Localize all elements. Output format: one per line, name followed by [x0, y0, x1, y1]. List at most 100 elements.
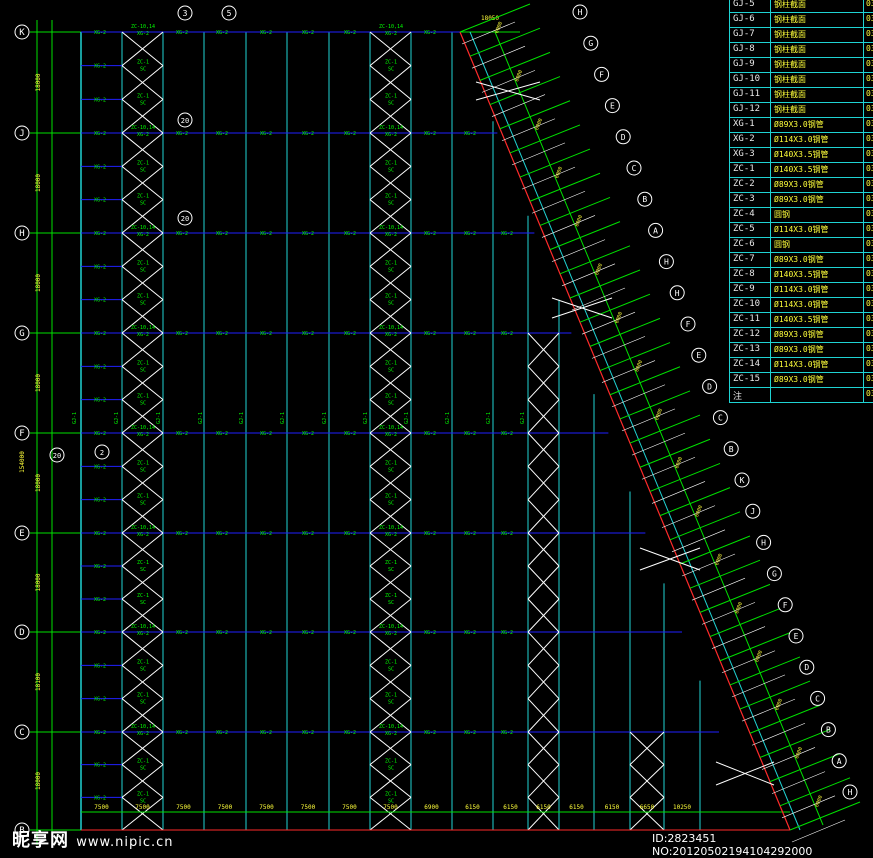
member-label: XG-2 — [216, 431, 228, 437]
legend-desc: 钢柱截面 — [774, 30, 806, 39]
legend-code: GJ-5 — [733, 0, 755, 9]
member-label: XG-2 — [94, 531, 106, 537]
member-label: XG-2 — [260, 131, 272, 137]
diag-dim-label: 6000 — [614, 311, 624, 324]
member-label: SC — [388, 301, 394, 307]
column-label: GJ-1 — [198, 412, 204, 424]
member-label: XG-2 — [344, 630, 356, 636]
rafter-line — [669, 511, 741, 541]
rafter-line — [609, 366, 681, 396]
axis-label: E — [19, 529, 24, 539]
rafter-line — [509, 124, 581, 154]
legend-divider — [770, 163, 771, 178]
member-label: XG-2 — [260, 531, 272, 537]
member-label: ZC-10,14 — [131, 624, 155, 630]
legend-divider — [770, 343, 771, 358]
member-label: XG-2 — [137, 731, 149, 737]
diag-dim-label: 6000 — [654, 408, 664, 421]
legend-divider — [770, 133, 771, 148]
column-label: GJ-1 — [322, 412, 328, 424]
member-label: ZC-1 — [385, 93, 397, 99]
legend-code: ZC-14 — [733, 359, 761, 369]
legend-ref: 03 — [866, 14, 873, 23]
bottom-dim-label: 6650 — [640, 804, 655, 811]
legend-divider — [863, 358, 864, 373]
legend-divider — [863, 268, 864, 283]
member-label: XG-2 — [176, 331, 188, 337]
column-label: GJ-1 — [486, 412, 492, 424]
member-label: SC — [388, 201, 394, 207]
left-dim-label: 18000 — [35, 174, 42, 192]
member-label: XG-2 — [216, 630, 228, 636]
column-label: GJ-1 — [404, 412, 410, 424]
bottom-dim-label: 7500 — [259, 804, 274, 811]
member-label: XG-2 — [176, 231, 188, 237]
member-label: XG-2 — [94, 164, 106, 170]
member-label: XG-2 — [344, 231, 356, 237]
member-label: SC — [388, 700, 394, 706]
legend-row: 注 03 — [730, 387, 873, 403]
column-label: GJ-1 — [445, 412, 451, 424]
legend-divider — [770, 43, 771, 58]
member-label: XG-2 — [424, 630, 436, 636]
diag-dim-label: 6000 — [754, 650, 764, 663]
member-label: ZC-1 — [137, 759, 149, 765]
legend-code: ZC-9 — [733, 284, 755, 294]
diag-axis-label: A — [837, 757, 842, 766]
legend-divider — [863, 223, 864, 238]
member-label: XG-2 — [176, 131, 188, 137]
legend-desc: 钢柱截面 — [774, 90, 806, 99]
member-label: ZC-1 — [385, 791, 397, 797]
member-label: ZC-1 — [385, 659, 397, 665]
legend-ref: 03 — [866, 149, 873, 158]
legend-divider — [863, 163, 864, 178]
member-label: ZC-1 — [137, 394, 149, 400]
legend-divider — [770, 268, 771, 283]
member-label: XG-2 — [260, 431, 272, 437]
member-label: SC — [140, 267, 146, 273]
left-dim-label: 18100 — [35, 673, 42, 691]
legend-divider — [863, 208, 864, 223]
section-marker-label: 20 — [181, 215, 189, 223]
legend-divider — [863, 28, 864, 43]
member-label: XG-2 — [464, 331, 476, 337]
legend-row: ZC-11 Ø140X3.5钢管 03 — [730, 312, 873, 328]
member-label: ZC-1 — [385, 394, 397, 400]
bottom-dim-label: 6150 — [536, 804, 551, 811]
legend-divider — [770, 118, 771, 133]
legend-code: GJ-11 — [733, 89, 761, 99]
member-label: XG-2 — [385, 332, 397, 338]
legend-ref: 03 — [866, 269, 873, 278]
legend-divider — [770, 178, 771, 193]
legend-ref: 03 — [866, 89, 873, 98]
member-label: SC — [140, 567, 146, 573]
member-label: ZC-10,14 — [131, 525, 155, 531]
diag-dim-label: 6000 — [594, 263, 604, 276]
left-dim-label: 18000 — [35, 573, 42, 591]
member-label: XG-2 — [501, 630, 513, 636]
member-label: ZC-10,14 — [379, 724, 403, 730]
diag-axis-label: C — [632, 164, 637, 173]
legend-divider — [863, 88, 864, 103]
legend-desc: Ø140X3.5钢管 — [774, 165, 829, 174]
member-label: ZC-1 — [137, 791, 149, 797]
legend-row: ZC-4 圆钢 03 — [730, 207, 873, 223]
legend-code: GJ-8 — [733, 44, 755, 54]
legend-divider — [770, 13, 771, 28]
legend-divider — [770, 313, 771, 328]
diag-axis-label: D — [621, 133, 626, 142]
member-label: ZC-1 — [385, 60, 397, 66]
legend-desc: 钢柱截面 — [774, 15, 806, 24]
member-label: XG-2 — [385, 232, 397, 238]
legend-desc: Ø89X3.0钢管 — [774, 330, 824, 339]
member-label: SC — [388, 600, 394, 606]
legend-divider — [770, 298, 771, 313]
member-label: XG-2 — [464, 531, 476, 537]
legend-divider — [770, 358, 771, 373]
legend-row: GJ-11 钢柱截面 03 — [730, 87, 873, 103]
legend-desc: Ø140X3.5钢管 — [774, 315, 829, 324]
member-label: XG-2 — [216, 730, 228, 736]
member-label: XG-2 — [344, 131, 356, 137]
legend-row: GJ-10 钢柱截面 03 — [730, 72, 873, 88]
member-label: ZC-10,14 — [379, 525, 403, 531]
